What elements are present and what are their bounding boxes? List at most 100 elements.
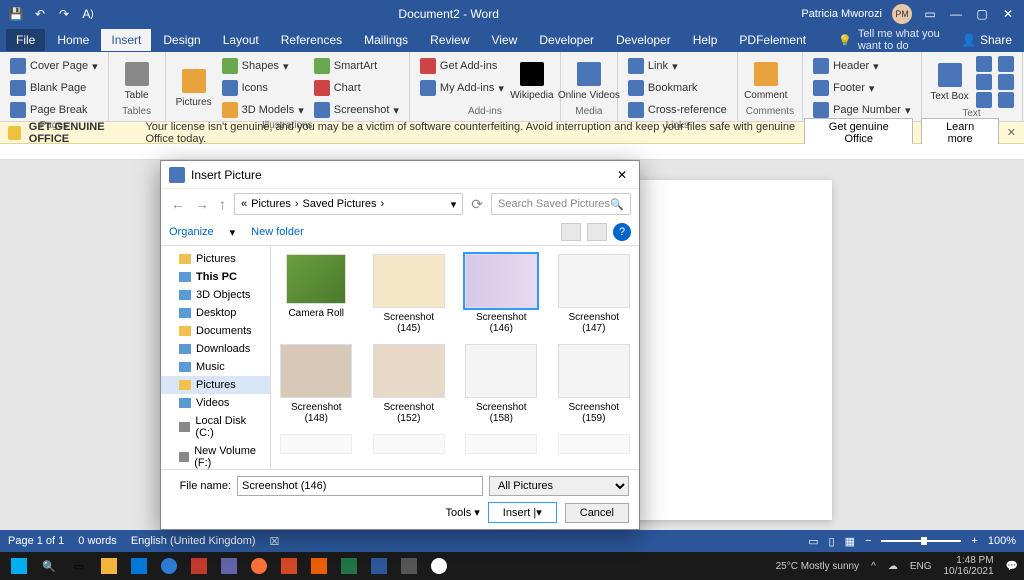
view-print-icon[interactable]: ▯ [829,535,835,548]
tab-home[interactable]: Home [47,29,99,51]
tab-insert[interactable]: Insert [101,29,151,51]
share-button[interactable]: 👤 Share [950,29,1024,51]
user-name[interactable]: Patricia Mworozi [801,8,882,20]
teams-icon[interactable] [216,554,242,578]
vlc-icon[interactable] [306,554,332,578]
tab-help[interactable]: Help [683,29,728,51]
icons-button[interactable]: Icons [220,78,306,98]
bookmark-button[interactable]: Bookmark [626,78,729,98]
close-icon[interactable]: ✕ [1000,6,1016,22]
search-button[interactable]: 🔍 [36,554,62,578]
filter-select[interactable]: All Pictures [489,476,629,496]
tell-me-search[interactable]: 💡Tell me what you want to do [818,28,948,52]
breadcrumb[interactable]: « Pictures › Saved Pictures › ▾ [234,193,463,215]
quick-parts-icon[interactable] [976,56,992,72]
tree-newvolume[interactable]: New Volume (F:) [161,442,270,469]
help-icon[interactable]: ? [613,223,631,241]
tools-menu[interactable]: Tools ▾ [446,506,480,519]
maximize-icon[interactable]: ▢ [974,6,990,22]
organize-button[interactable]: Organize [169,226,214,238]
preview-icon[interactable] [587,223,607,241]
tree-localdisk[interactable]: Local Disk (C:) [161,412,270,442]
thumb-s147[interactable]: Screenshot (147) [557,254,632,334]
get-addins-button[interactable]: Get Add-ins [418,56,506,76]
tree-thispc[interactable]: This PC [161,268,270,286]
accessibility-icon[interactable]: ☒ [270,535,280,548]
tree-3d-objects[interactable]: 3D Objects [161,286,270,304]
excel-icon[interactable] [336,554,362,578]
word-icon[interactable] [366,554,392,578]
tab-review[interactable]: Review [420,29,479,51]
cancel-button[interactable]: Cancel [565,503,629,523]
object-icon[interactable] [998,92,1014,108]
shapes-button[interactable]: Shapes ▾ [220,56,306,76]
footer-button[interactable]: Footer ▾ [811,78,912,98]
tree-pictures[interactable]: Pictures [161,250,270,268]
signature-icon[interactable] [998,56,1014,72]
wordart-icon[interactable] [976,74,992,90]
thumb-s152[interactable]: Screenshot (152) [372,344,447,424]
dialog-close-icon[interactable]: ✕ [613,168,631,182]
learn-more-button[interactable]: Learn more [921,118,998,148]
edge-icon[interactable] [156,554,182,578]
notifications-icon[interactable]: 💬 [1006,561,1018,572]
zoom-level[interactable]: 100% [988,535,1016,547]
tab-references[interactable]: References [271,29,352,51]
ribbon-options-icon[interactable]: ▭ [922,6,938,22]
start-button[interactable] [6,554,32,578]
store-icon[interactable] [126,554,152,578]
view-read-icon[interactable]: ▭ [808,535,818,548]
settings-icon[interactable] [396,554,422,578]
tray-clock[interactable]: 1:48 PM10/16/2021 [943,555,993,577]
nav-fwd-icon[interactable]: → [193,194,211,214]
tree-downloads[interactable]: Downloads [161,340,270,358]
zoom-in-icon[interactable]: + [971,535,977,547]
tree-documents[interactable]: Documents [161,322,270,340]
word-count[interactable]: 0 words [78,535,117,547]
tray-lang[interactable]: ENG [910,561,932,572]
my-addins-button[interactable]: My Add-ins ▾ [418,78,506,98]
get-genuine-button[interactable]: Get genuine Office [804,118,913,148]
text-box-button[interactable]: Text Box [930,56,970,108]
tab-file[interactable]: File [6,29,45,51]
comment-button[interactable]: Comment [746,56,786,106]
zoom-out-icon[interactable]: − [865,535,871,547]
thumb-s158[interactable]: Screenshot (158) [464,344,539,424]
explorer-icon[interactable] [96,554,122,578]
undo-icon[interactable]: ↶ [32,6,48,22]
thumb-s145[interactable]: Screenshot (145) [372,254,447,334]
thumb-s159[interactable]: Screenshot (159) [557,344,632,424]
save-icon[interactable]: 💾 [8,6,24,22]
powerpoint-icon[interactable] [276,554,302,578]
thumb-s148[interactable]: Screenshot (148) [279,344,354,424]
touch-icon[interactable]: A) [80,6,96,22]
videos-icon[interactable] [186,554,212,578]
minimize-icon[interactable]: — [948,6,964,22]
tab-developer2[interactable]: Developer [606,29,681,51]
page-break-button[interactable]: Page Break [8,100,100,120]
smartart-button[interactable]: SmartArt [312,56,401,76]
new-folder-button[interactable]: New folder [251,226,304,238]
cross-ref-button[interactable]: Cross-reference [626,100,729,120]
tray-chevron-icon[interactable]: ^ [871,561,876,572]
view-web-icon[interactable]: ▦ [845,535,855,548]
nav-back-icon[interactable]: ← [169,194,187,214]
tray-onedrive-icon[interactable]: ☁ [888,561,898,572]
warning-close-icon[interactable]: ✕ [1007,126,1016,139]
insert-button[interactable]: Insert |▾ [488,502,557,523]
task-view-button[interactable]: ▭ [66,554,92,578]
drop-cap-icon[interactable] [976,92,992,108]
date-icon[interactable] [998,74,1014,90]
tab-pdf[interactable]: PDFelement [729,29,816,51]
thumb-s146[interactable]: Screenshot (146) [464,254,539,334]
tab-layout[interactable]: Layout [213,29,269,51]
nav-up-icon[interactable]: ↑ [217,194,228,214]
tree-videos[interactable]: Videos [161,394,270,412]
page-count[interactable]: Page 1 of 1 [8,535,64,547]
pictures-button[interactable]: Pictures [174,56,214,120]
wikipedia-button[interactable]: Wikipedia [512,56,552,106]
tab-view[interactable]: View [482,29,528,51]
avatar[interactable]: PM [892,4,912,24]
filename-field[interactable] [237,476,483,496]
search-input[interactable]: Search Saved Pictures🔍 [491,193,631,215]
